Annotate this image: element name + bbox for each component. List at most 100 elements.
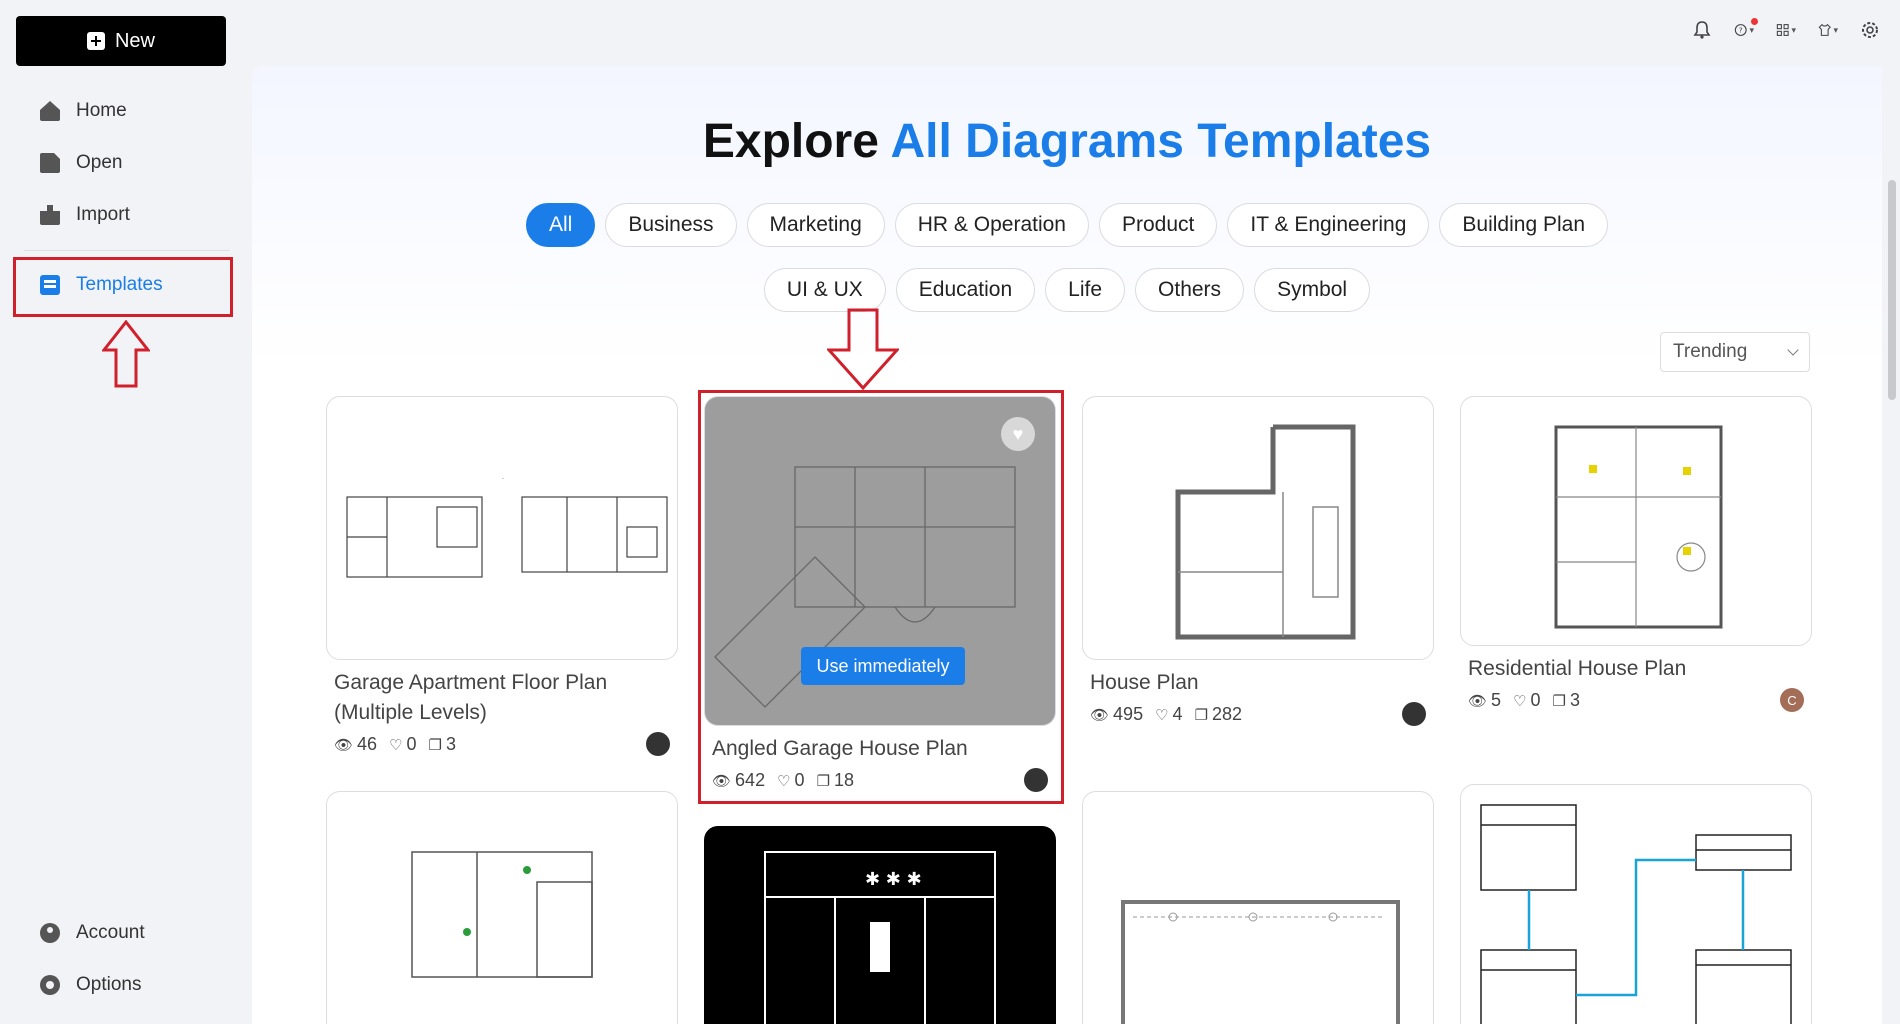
sidebar-item-import[interactable]: Import (40, 204, 130, 226)
page-title: Explore All Diagrams Templates (252, 114, 1882, 169)
template-thumbnail[interactable] (1460, 396, 1812, 646)
sidebar-item-label: Import (76, 204, 130, 225)
apps-icon[interactable]: ▾ (1776, 20, 1796, 40)
shirt-icon[interactable]: ▾ (1818, 20, 1838, 40)
likes-count: ♡ 0 (389, 734, 416, 755)
template-card[interactable]: . Garage Apartment Floor Plan (Multiple … (326, 396, 678, 756)
category-chip-hr-operation[interactable]: HR & Operation (894, 203, 1089, 247)
sort-dropdown[interactable]: Trending (1660, 332, 1810, 372)
category-chip-product[interactable]: Product (1098, 203, 1218, 247)
author-avatar[interactable]: C (1780, 688, 1804, 712)
sidebar-item-label: Home (76, 100, 127, 121)
sidebar-item-label: Options (76, 974, 142, 995)
template-card[interactable]: Residential House Plan 👁 5 ♡ 0 ❐ 3 C (1460, 396, 1812, 712)
author-avatar[interactable] (646, 732, 670, 756)
template-thumbnail[interactable]: ✱ ✱ ✱ (704, 826, 1056, 1024)
copies-count: ❐ 3 (429, 734, 456, 755)
views-count: 👁 495 (1090, 704, 1143, 725)
views-value: 495 (1113, 704, 1144, 724)
settings-icon[interactable] (1860, 20, 1880, 40)
help-icon[interactable]: ? ▾ (1734, 18, 1758, 40)
category-chip-all[interactable]: All (525, 203, 596, 247)
copies-count: ❐ 3 (1553, 690, 1580, 711)
template-title[interactable]: House Plan (1082, 668, 1434, 698)
copy-icon: ❐ (1552, 692, 1566, 710)
sidebar-item-label: Account (76, 922, 145, 943)
likes-value: 4 (1172, 704, 1183, 724)
copies-count: ❐ 282 (1195, 704, 1243, 725)
views-count: 👁 5 (1468, 690, 1501, 711)
copy-icon: ❐ (1194, 706, 1209, 724)
sidebar-item-open[interactable]: Open (40, 152, 122, 174)
card-highlight-box (698, 390, 1064, 804)
likes-value: 0 (406, 734, 417, 754)
template-thumbnail[interactable] (326, 791, 678, 1024)
author-avatar[interactable] (1402, 702, 1426, 726)
template-card[interactable]: ✱ ✱ ✱ (704, 826, 1056, 1024)
title-part-2: All Diagrams Templates (890, 115, 1432, 168)
category-chip-business[interactable]: Business (605, 203, 737, 247)
scrollbar-thumb[interactable] (1888, 180, 1896, 400)
new-button-label: New (114, 29, 155, 52)
floor-plan-preview (1175, 424, 1356, 640)
sidebar-divider (24, 250, 230, 251)
electrical-plan-preview (1121, 900, 1400, 1024)
category-chip-ui-ux[interactable]: UI & UX (763, 268, 886, 312)
arrow-down-icon (827, 308, 899, 390)
chevron-down-icon (1787, 344, 1799, 356)
svg-text:?: ? (1739, 26, 1743, 35)
account-icon (40, 923, 60, 943)
category-chip-it-engineering[interactable]: IT & Engineering (1227, 203, 1430, 247)
templates-highlight-box (13, 257, 233, 317)
home-icon (40, 101, 60, 121)
category-chip-marketing[interactable]: Marketing (746, 203, 885, 247)
category-chip-symbol[interactable]: Symbol (1254, 268, 1371, 312)
heart-icon: ♡ (1155, 706, 1169, 724)
category-chip-others[interactable]: Others (1135, 268, 1245, 312)
sidebar-item-account[interactable]: Account (40, 922, 145, 944)
sidebar-item-home[interactable]: Home (40, 100, 127, 122)
new-button[interactable]: New (16, 16, 226, 66)
template-thumbnail[interactable] (1082, 396, 1434, 660)
file-icon (40, 153, 60, 173)
floor-plan-preview (411, 851, 593, 978)
category-chip-education[interactable]: Education (895, 268, 1036, 312)
template-title[interactable]: Residential House Plan (1460, 654, 1812, 684)
bell-icon[interactable] (1692, 20, 1712, 40)
template-title[interactable]: Garage Apartment Floor Plan (Multiple Le… (326, 668, 678, 728)
notification-dot (1751, 18, 1758, 25)
template-card[interactable] (1082, 791, 1434, 1024)
template-card[interactable] (326, 791, 678, 1024)
views-value: 5 (1491, 690, 1502, 710)
category-chip-life[interactable]: Life (1045, 268, 1126, 312)
category-row-1: All Business Marketing HR & Operation Pr… (252, 203, 1882, 247)
floor-plan-preview (1554, 425, 1723, 629)
eye-icon: 👁 (334, 736, 354, 754)
likes-count: ♡ 4 (1155, 704, 1182, 725)
arrow-up-icon (102, 320, 150, 388)
sidebar-item-label: Open (76, 152, 123, 173)
svg-text:.: . (502, 474, 504, 481)
template-thumbnail[interactable]: . (326, 396, 678, 660)
views-count: 👁 46 (334, 734, 377, 755)
template-meta: 👁 5 ♡ 0 ❐ 3 C (1460, 688, 1812, 712)
template-meta: 👁 495 ♡ 4 ❐ 282 (1082, 702, 1434, 726)
copies-value: 3 (1569, 690, 1580, 710)
eye-icon: 👁 (1468, 692, 1488, 710)
heart-icon: ♡ (1513, 692, 1527, 710)
template-card[interactable]: House Plan 👁 495 ♡ 4 ❐ 282 (1082, 396, 1434, 726)
category-row-2: UI & UX Education Life Others Symbol (252, 268, 1882, 312)
template-thumbnail[interactable] (1082, 791, 1434, 1024)
sidebar-item-options[interactable]: Options (40, 974, 141, 996)
floor-plan-preview: ✱ ✱ ✱ (764, 851, 996, 1024)
title-part-1: Explore (702, 115, 879, 168)
likes-count: ♡ 0 (1513, 690, 1540, 711)
top-toolbar: ? ▾ ▾ ▾ (1692, 18, 1880, 40)
template-card[interactable] (1460, 784, 1812, 1024)
copy-icon: ❐ (428, 736, 442, 754)
copies-value: 282 (1212, 704, 1243, 724)
category-chip-building-plan[interactable]: Building Plan (1439, 203, 1608, 247)
template-meta: 👁 46 ♡ 0 ❐ 3 (326, 732, 678, 756)
floor-plan-preview: . (346, 474, 668, 578)
template-thumbnail[interactable] (1460, 784, 1812, 1024)
